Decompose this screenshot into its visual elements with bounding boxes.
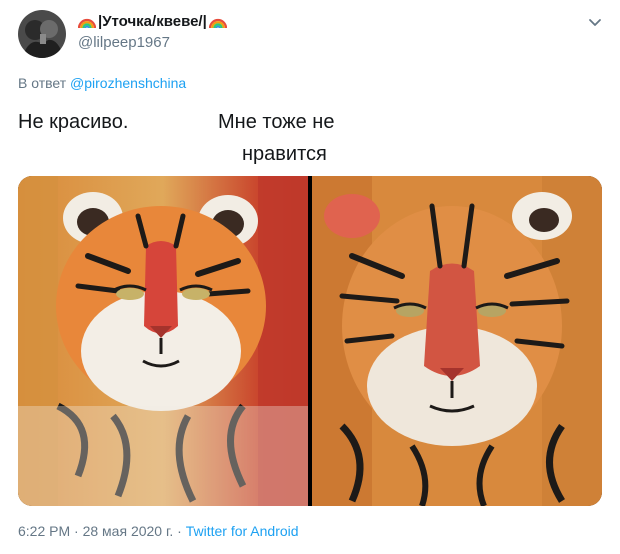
reply-prefix: В ответ [18,75,67,91]
display-name-row[interactable]: |Уточка/квеве/| [77,12,227,30]
tiger-painting-left[interactable] [18,176,308,506]
tweet: |Уточка/квеве/| @lilpeep1967 В ответ @pi… [0,0,620,554]
reply-to-link[interactable]: @pirozhenshchina [70,75,186,91]
tweet-media[interactable] [18,176,602,506]
reply-context: В ответ @pirozhenshchina [18,75,186,91]
tweet-date[interactable]: 28 мая 2020 г. [83,523,174,539]
chevron-down-icon[interactable] [585,12,605,32]
tweet-source-link[interactable]: Twitter for Android [186,523,299,539]
caption-left: Не красиво. [18,111,129,133]
caption-right-line1: Мне тоже не [218,111,335,133]
avatar[interactable] [18,10,66,58]
meta-separator: · [173,523,186,539]
tweet-meta: 6:22 PM · 28 мая 2020 г. · Twitter for A… [18,523,299,539]
tiger-painting-right[interactable] [312,176,602,506]
rainbow-icon [77,12,97,30]
rainbow-icon [208,12,227,30]
meta-separator: · [70,523,83,539]
tweet-time[interactable]: 6:22 PM [18,523,70,539]
user-handle[interactable]: @lilpeep1967 [78,34,170,51]
caption-right-line2: нравится [242,143,327,165]
display-name: |Уточка/квеве/| [98,12,207,30]
